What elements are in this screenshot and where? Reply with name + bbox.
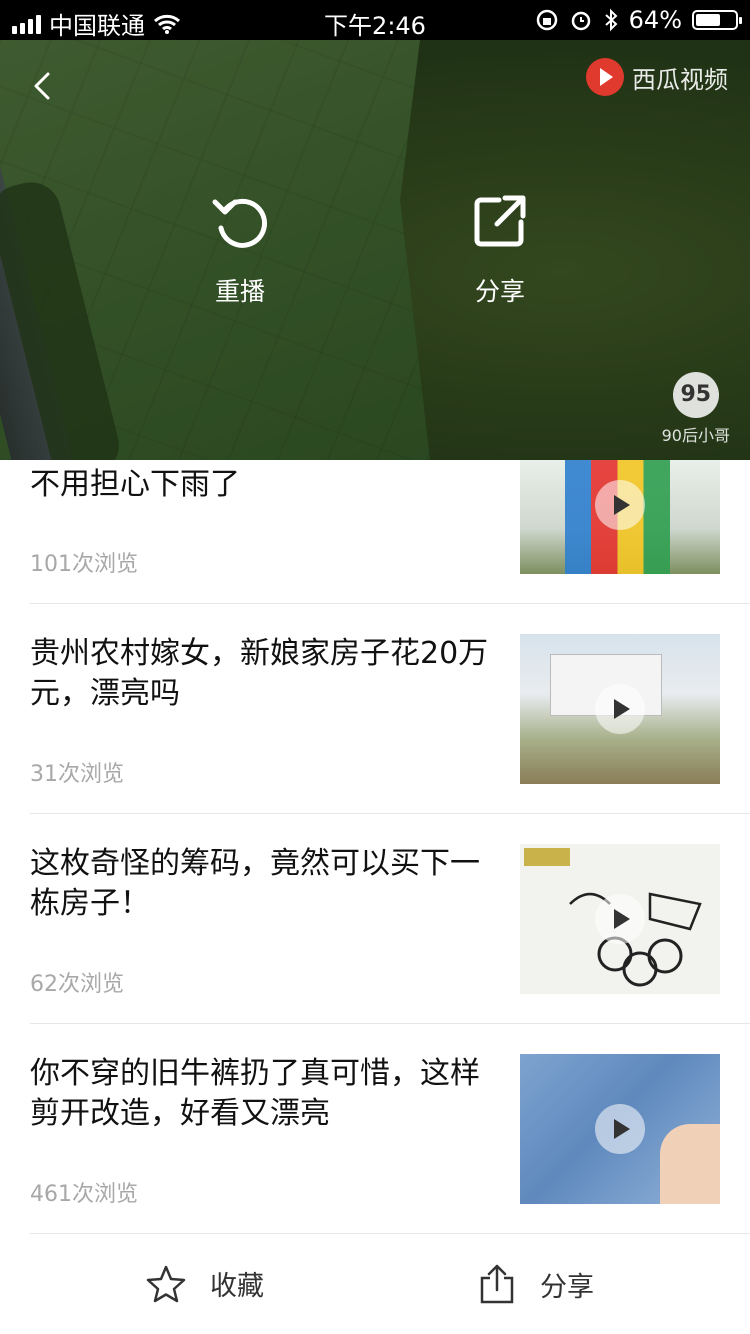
orientation-lock-icon	[536, 9, 557, 31]
battery-icon	[692, 10, 742, 30]
video-title: 不用担心下雨了	[30, 467, 240, 502]
video-thumbnail[interactable]	[520, 1054, 720, 1204]
list-item[interactable]: 你不穿的旧牛裤扔了真可惜，这样剪开改造，好看又漂亮 461次浏览	[30, 1054, 720, 1207]
video-thumbnail[interactable]	[520, 460, 720, 574]
battery-percent: 64%	[628, 6, 682, 34]
view-count: 62次浏览	[30, 972, 124, 997]
video-title: 贵州农村嫁女，新娘家房子花20万元，漂亮吗	[30, 636, 489, 711]
replay-label: 重播	[214, 277, 265, 306]
share-video-button[interactable]: 分享	[440, 190, 560, 308]
logo-text: 西瓜视频	[632, 65, 728, 94]
share-button[interactable]: 分享	[478, 1264, 594, 1304]
video-title: 这枚奇怪的筹码，竟然可以买下一栋房子！	[30, 846, 480, 921]
list-item[interactable]: 贵州农村嫁女，新娘家房子花20万元，漂亮吗 31次浏览	[30, 634, 720, 787]
back-icon[interactable]	[26, 68, 62, 104]
view-count: 461次浏览	[30, 1182, 138, 1207]
video-title: 你不穿的旧牛裤扔了真可惜，这样剪开改造，好看又漂亮	[30, 1056, 480, 1131]
xigua-logo: 西瓜视频	[586, 58, 728, 96]
play-icon	[595, 1104, 645, 1154]
list-item[interactable]: 不用担心下雨了 101次浏览	[30, 460, 720, 600]
video-thumbnail[interactable]	[520, 844, 720, 994]
share-label: 分享	[540, 1271, 594, 1303]
view-count: 31次浏览	[30, 762, 124, 787]
play-icon	[595, 894, 645, 944]
share-icon	[474, 195, 526, 247]
upload-share-icon	[480, 1264, 514, 1304]
video-thumbnail[interactable]	[520, 634, 720, 784]
bluetooth-icon	[604, 8, 618, 32]
video-player[interactable]: 西瓜视频 重播 分享 95 90后小哥	[0, 40, 750, 460]
watermark: 95 90后小哥	[662, 372, 730, 446]
favorite-button[interactable]: 收藏	[146, 1264, 264, 1303]
status-bar: 中国联通 下午2:46 64%	[0, 0, 750, 40]
list-item[interactable]: 这枚奇怪的筹码，竟然可以买下一栋房子！ 62次浏览	[30, 844, 720, 997]
divider	[30, 1023, 750, 1024]
share-video-label: 分享	[474, 277, 525, 306]
xigua-play-icon	[586, 58, 624, 96]
divider	[30, 603, 750, 604]
alarm-icon	[571, 11, 590, 31]
play-icon	[595, 480, 645, 530]
favorite-label: 收藏	[210, 1271, 264, 1302]
play-icon	[595, 684, 645, 734]
star-icon	[146, 1265, 186, 1302]
view-count: 101次浏览	[30, 552, 138, 577]
replay-icon	[212, 198, 267, 248]
replay-button[interactable]: 重播	[180, 190, 300, 308]
divider	[30, 813, 750, 814]
watermark-badge: 95	[672, 372, 719, 418]
thumbnail-hand	[660, 1124, 720, 1204]
bottom-action-bar: 收藏 分享	[0, 1234, 750, 1334]
video-end-overlay	[0, 40, 750, 460]
watermark-text: 90后小哥	[661, 426, 730, 445]
